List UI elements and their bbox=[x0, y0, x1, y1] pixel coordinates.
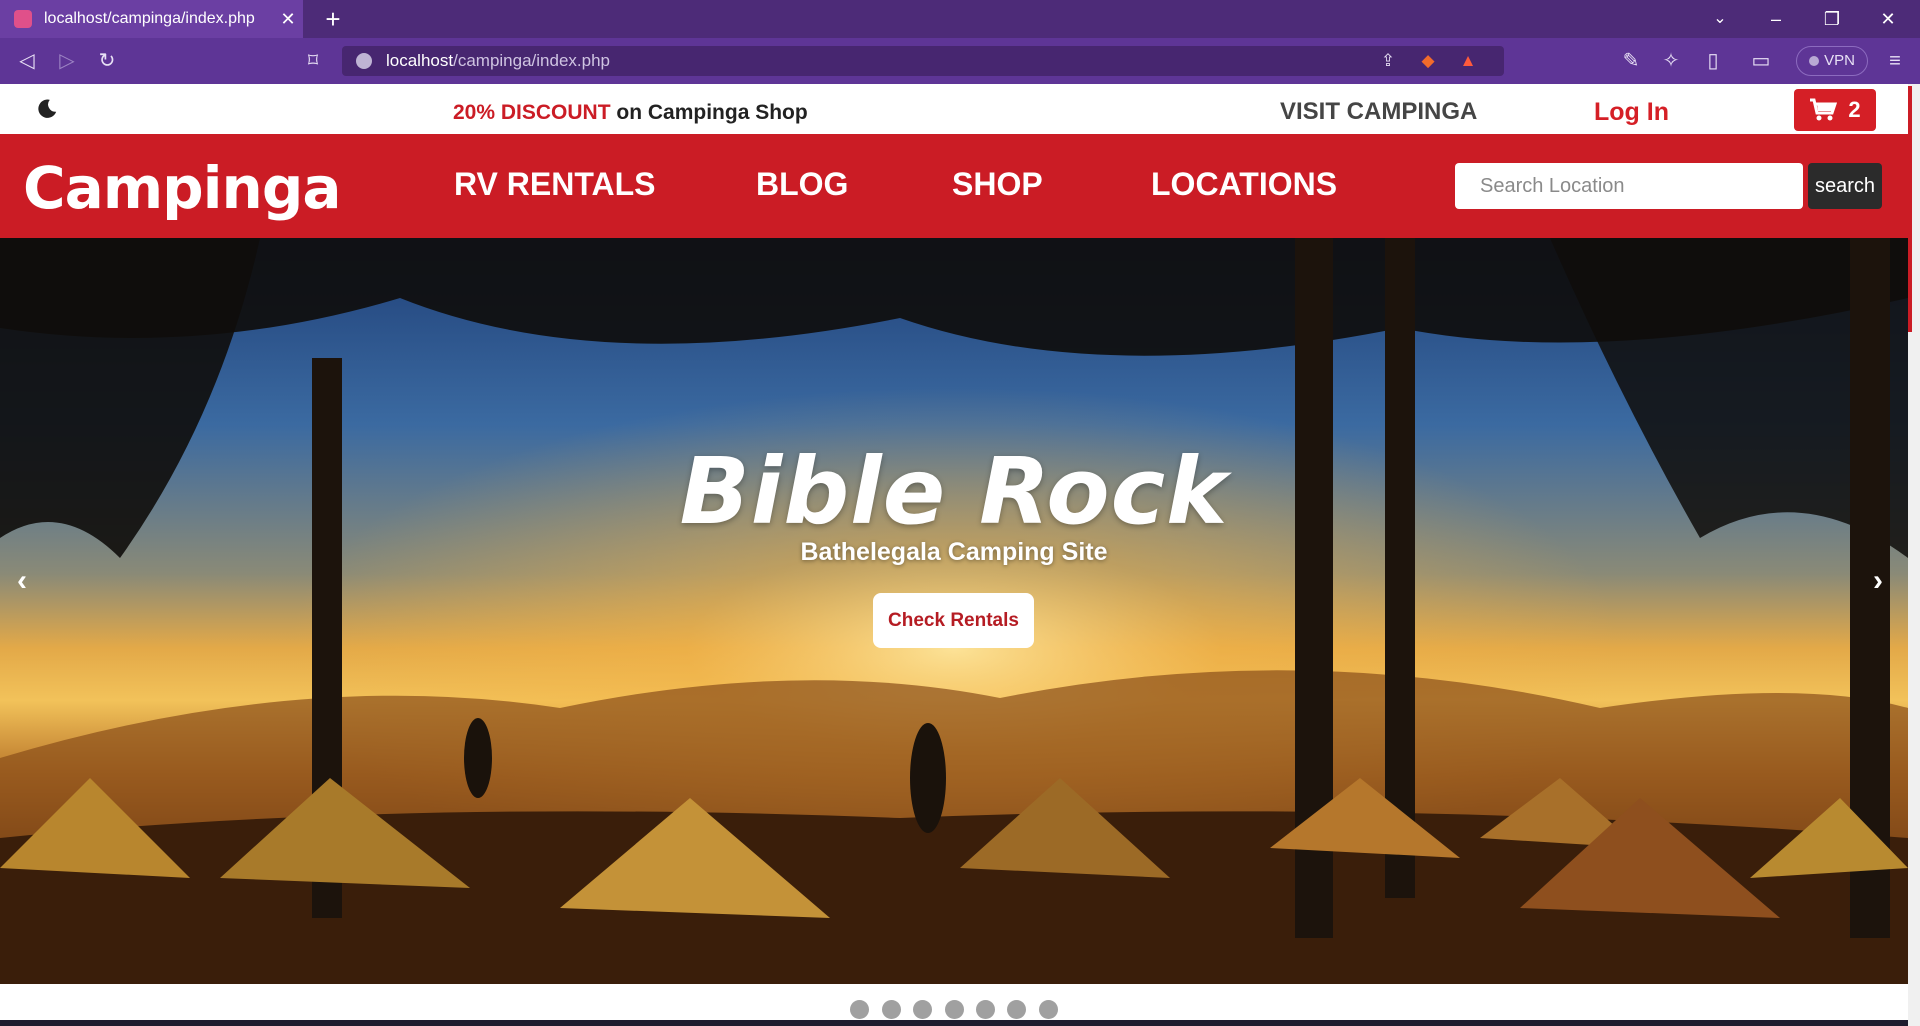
nav-shop[interactable]: SHOP bbox=[952, 166, 1043, 203]
brave-shields-icon[interactable]: ◆ bbox=[1414, 46, 1442, 76]
browser-tab[interactable]: localhost/campinga/index.php ✕ bbox=[0, 0, 303, 38]
carousel-dot[interactable] bbox=[1007, 1000, 1027, 1019]
carousel-dot[interactable] bbox=[850, 1000, 870, 1019]
reload-icon[interactable]: ↻ bbox=[92, 46, 122, 76]
forward-icon[interactable]: ▷ bbox=[52, 46, 82, 76]
search-button[interactable]: search bbox=[1808, 163, 1882, 209]
brave-rewards-icon[interactable]: ▲ bbox=[1454, 46, 1482, 76]
scrollbar-thumb[interactable] bbox=[1908, 86, 1912, 332]
top-strip: 20% DISCOUNT on Campinga Shop VISIT CAMP… bbox=[0, 84, 1908, 134]
back-icon[interactable]: ◁ bbox=[12, 46, 42, 76]
tab-close-icon[interactable]: ✕ bbox=[273, 9, 303, 30]
extensions-icon[interactable]: ✧ bbox=[1656, 46, 1686, 76]
search-location-input[interactable] bbox=[1455, 163, 1803, 209]
tab-title: localhost/campinga/index.php bbox=[44, 10, 255, 27]
carousel-dot[interactable] bbox=[913, 1000, 933, 1019]
campinga-logo[interactable]: Campinga bbox=[23, 154, 341, 222]
dark-mode-moon-icon[interactable] bbox=[36, 98, 58, 120]
web-page: 20% DISCOUNT on Campinga Shop VISIT CAMP… bbox=[0, 84, 1908, 1026]
menu-icon[interactable]: ≡ bbox=[1880, 46, 1910, 76]
promo-banner[interactable]: 20% DISCOUNT on Campinga Shop bbox=[453, 101, 808, 125]
visit-campinga-link[interactable]: VISIT CAMPINGA bbox=[1280, 98, 1477, 126]
carousel-dot[interactable] bbox=[881, 1000, 901, 1019]
check-rentals-button[interactable]: Check Rentals bbox=[873, 593, 1034, 648]
sidebar-icon[interactable]: ▯ bbox=[1698, 46, 1728, 76]
close-window-icon[interactable]: ✕ bbox=[1860, 0, 1916, 38]
carousel-dot[interactable] bbox=[944, 1000, 964, 1019]
restore-icon[interactable]: ❐ bbox=[1804, 0, 1860, 38]
tab-list-chevron-icon[interactable]: ⌄ bbox=[1692, 0, 1748, 38]
bookmark-icon[interactable]: ⌑ bbox=[298, 46, 328, 76]
nav-blog[interactable]: BLOG bbox=[756, 166, 848, 203]
hero-subtitle: Bathelegala Camping Site bbox=[800, 538, 1108, 566]
carousel-dot[interactable] bbox=[975, 1000, 995, 1019]
minimize-icon[interactable]: – bbox=[1748, 0, 1804, 38]
cart-count: 2 bbox=[1848, 97, 1861, 122]
hero-carousel: Bible Rock Bathelegala Camping Site Chec… bbox=[0, 238, 1908, 984]
address-bar[interactable]: localhost/campinga/index.php ⇪ ◆ ▲ bbox=[342, 46, 1504, 76]
new-tab-icon[interactable]: + bbox=[318, 4, 348, 34]
share-icon[interactable]: ⇪ bbox=[1374, 46, 1402, 76]
eyedropper-icon[interactable]: ✎ bbox=[1616, 46, 1646, 76]
carousel-dot[interactable] bbox=[1038, 1000, 1058, 1019]
site-favicon-icon bbox=[14, 10, 32, 28]
wallet-icon[interactable]: ▭ bbox=[1746, 46, 1776, 76]
bottom-edge bbox=[0, 1020, 1908, 1026]
site-info-icon[interactable] bbox=[356, 53, 372, 69]
vpn-button[interactable]: VPN bbox=[1796, 46, 1868, 76]
browser-tab-bar: localhost/campinga/index.php ✕ + ⌄ – ❐ ✕ bbox=[0, 0, 1920, 38]
nav-rv-rentals[interactable]: RV RENTALS bbox=[454, 166, 656, 203]
carousel-prev-icon[interactable]: ‹ bbox=[17, 564, 27, 598]
page-scrollbar[interactable] bbox=[1908, 84, 1920, 1026]
vpn-status-icon bbox=[1809, 56, 1820, 66]
cart-button[interactable]: 2 bbox=[1794, 89, 1876, 131]
login-link[interactable]: Log In bbox=[1594, 98, 1669, 127]
main-navbar: Campinga RV RENTALS BLOG SHOP LOCATIONS … bbox=[0, 134, 1908, 238]
nav-locations[interactable]: LOCATIONS bbox=[1151, 166, 1337, 203]
cart-icon bbox=[1810, 98, 1838, 121]
address-url[interactable]: localhost/campinga/index.php bbox=[386, 51, 610, 71]
carousel-next-icon[interactable]: › bbox=[1873, 564, 1883, 598]
hero-title: Bible Rock bbox=[679, 438, 1229, 545]
